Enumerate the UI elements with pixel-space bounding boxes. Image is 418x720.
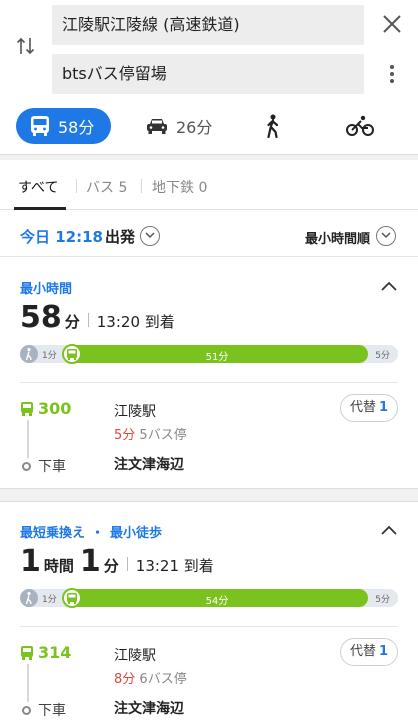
bus-number: 314 (38, 643, 72, 662)
chevron-down-icon[interactable] (376, 226, 396, 246)
boarding-stop: 江陵駅 (114, 648, 156, 664)
duration-minutes: 1 (79, 544, 101, 579)
bus-number: 300 (38, 399, 72, 418)
route-tag-label-2: 最小徒歩 (110, 526, 163, 541)
walk-end-minutes: 5分 (375, 595, 390, 605)
divider (20, 626, 398, 627)
bus-icon (21, 401, 33, 416)
route-duration: 58 分 13:20 到着 (20, 300, 175, 336)
arrival-time: 13:20 到着 (96, 313, 175, 331)
duration-hours: 1 (20, 544, 41, 579)
stop-circle-icon (22, 705, 31, 715)
bicycle-icon (346, 115, 374, 136)
walk-icon (267, 114, 279, 138)
arrival-time: 13:21 到着 (135, 557, 214, 575)
mode-tab-bicycle[interactable] (346, 108, 374, 144)
route-connector-line (27, 664, 29, 702)
filter-divider (141, 179, 142, 193)
departure-time: 今日 12:18 (20, 228, 103, 246)
divider (20, 382, 398, 383)
transit-duration: 58分 (58, 118, 95, 137)
destination-input[interactable]: btsバス停留場 (52, 54, 364, 94)
alternatives-count: 1 (378, 644, 389, 659)
duration-unit: 分 (64, 313, 80, 331)
get-off-row: 下車 (22, 456, 66, 476)
duration-unit: 時間 (43, 557, 74, 575)
walk-end-minutes: 5分 (375, 351, 390, 361)
duration-minutes: 58 (20, 300, 62, 335)
mode-tab-transit[interactable]: 58分 (16, 108, 111, 144)
ride-segment: 51分 (62, 344, 368, 364)
filter-tab-subway[interactable]: 地下鉄 0 (152, 177, 207, 197)
bus-line: 300 (20, 399, 71, 418)
bus-icon (21, 645, 33, 660)
alternatives-label: 代替 (349, 400, 376, 415)
destination-stop: 注文津海辺 (114, 457, 184, 473)
mode-tab-car[interactable]: 26分 (146, 108, 212, 144)
filter-tab-bus[interactable]: バス 5 (86, 177, 127, 197)
route-search-header: 江陵駅江陵線 (高速鉄道) btsバス停留場 (0, 0, 418, 100)
duration-unit: 分 (103, 557, 119, 575)
swap-direction-icon[interactable] (14, 34, 38, 58)
walk-start-minutes: 1分 (42, 595, 57, 605)
travel-mode-tabs: 58分 26分 (0, 104, 418, 152)
get-off-label: 下車 (38, 703, 66, 719)
filter-tab-all[interactable]: すべて (18, 177, 58, 197)
active-tab-underline (14, 207, 66, 210)
filter-tabs: すべて バス 5 地下鉄 0 (0, 160, 418, 210)
departure-time-selector[interactable]: 今日 12:18 出発 (20, 226, 135, 247)
alternatives-button[interactable]: 代替 1 (340, 394, 398, 422)
departure-label: 出発 (104, 228, 135, 246)
route-timeline-bar: 1分 54分 5分 (20, 588, 398, 608)
boarding-stop: 江陵駅 (114, 404, 156, 420)
walk-icon (20, 345, 38, 363)
get-off-label: 下車 (38, 459, 66, 475)
route-connector-line (27, 420, 29, 458)
alternatives-count: 1 (378, 400, 389, 415)
card-separator (0, 488, 418, 502)
ride-minutes: 51分 (205, 352, 229, 363)
mode-tab-walk[interactable] (264, 108, 282, 144)
chevron-up-icon[interactable] (380, 280, 398, 292)
route-duration: 1 時間 1 分 13:21 到着 (20, 544, 214, 580)
wait-minutes: 8分 (114, 672, 136, 687)
route-tag-label: 最短乗換え (20, 526, 86, 541)
route-timeline-bar: 1分 51分 5分 (20, 344, 398, 364)
stop-count: 5バス停 (139, 428, 187, 443)
bus-icon (31, 116, 49, 136)
route-card[interactable]: 最小時間 58 分 13:20 到着 1分 51分 5分 300 江陵駅 5分 5バ… (0, 258, 418, 488)
ride-minutes: 54分 (205, 596, 229, 607)
destination-stop: 注文津海辺 (114, 701, 184, 717)
wait-info: 5分 5バス停 (114, 424, 187, 443)
wait-minutes: 5分 (114, 428, 136, 443)
filter-divider (76, 179, 77, 193)
sort-selector[interactable]: 最小時間順 (305, 228, 370, 247)
tag-separator: ・ (91, 526, 105, 541)
ride-segment: 54分 (62, 588, 368, 608)
route-card[interactable]: 最短乗換え・最小徒歩 1 時間 1 分 13:21 到着 1分 54分 5分 314 江… (0, 502, 418, 720)
origin-input[interactable]: 江陵駅江陵線 (高速鉄道) (52, 5, 364, 45)
chevron-up-icon[interactable] (380, 524, 398, 536)
wait-info: 8分 6バス停 (114, 668, 187, 687)
chevron-down-icon[interactable] (140, 226, 160, 246)
close-icon[interactable] (380, 12, 404, 36)
stop-count: 6バス停 (139, 672, 187, 687)
walk-icon (20, 589, 38, 607)
route-tag: 最短乗換え・最小徒歩 (20, 522, 162, 541)
more-options-icon[interactable] (388, 62, 396, 86)
car-duration: 26分 (176, 118, 213, 137)
alternatives-label: 代替 (349, 644, 376, 659)
departure-row: 今日 12:18 出発 最小時間順 (0, 211, 418, 257)
route-tag: 最小時間 (20, 278, 72, 297)
car-icon (147, 119, 167, 134)
stop-circle-icon (22, 461, 31, 471)
alternatives-button[interactable]: 代替 1 (340, 638, 398, 666)
walk-start-minutes: 1分 (42, 351, 57, 361)
get-off-row: 下車 (22, 700, 66, 720)
bus-line: 314 (20, 643, 71, 662)
route-tag-label: 最小時間 (20, 282, 73, 297)
